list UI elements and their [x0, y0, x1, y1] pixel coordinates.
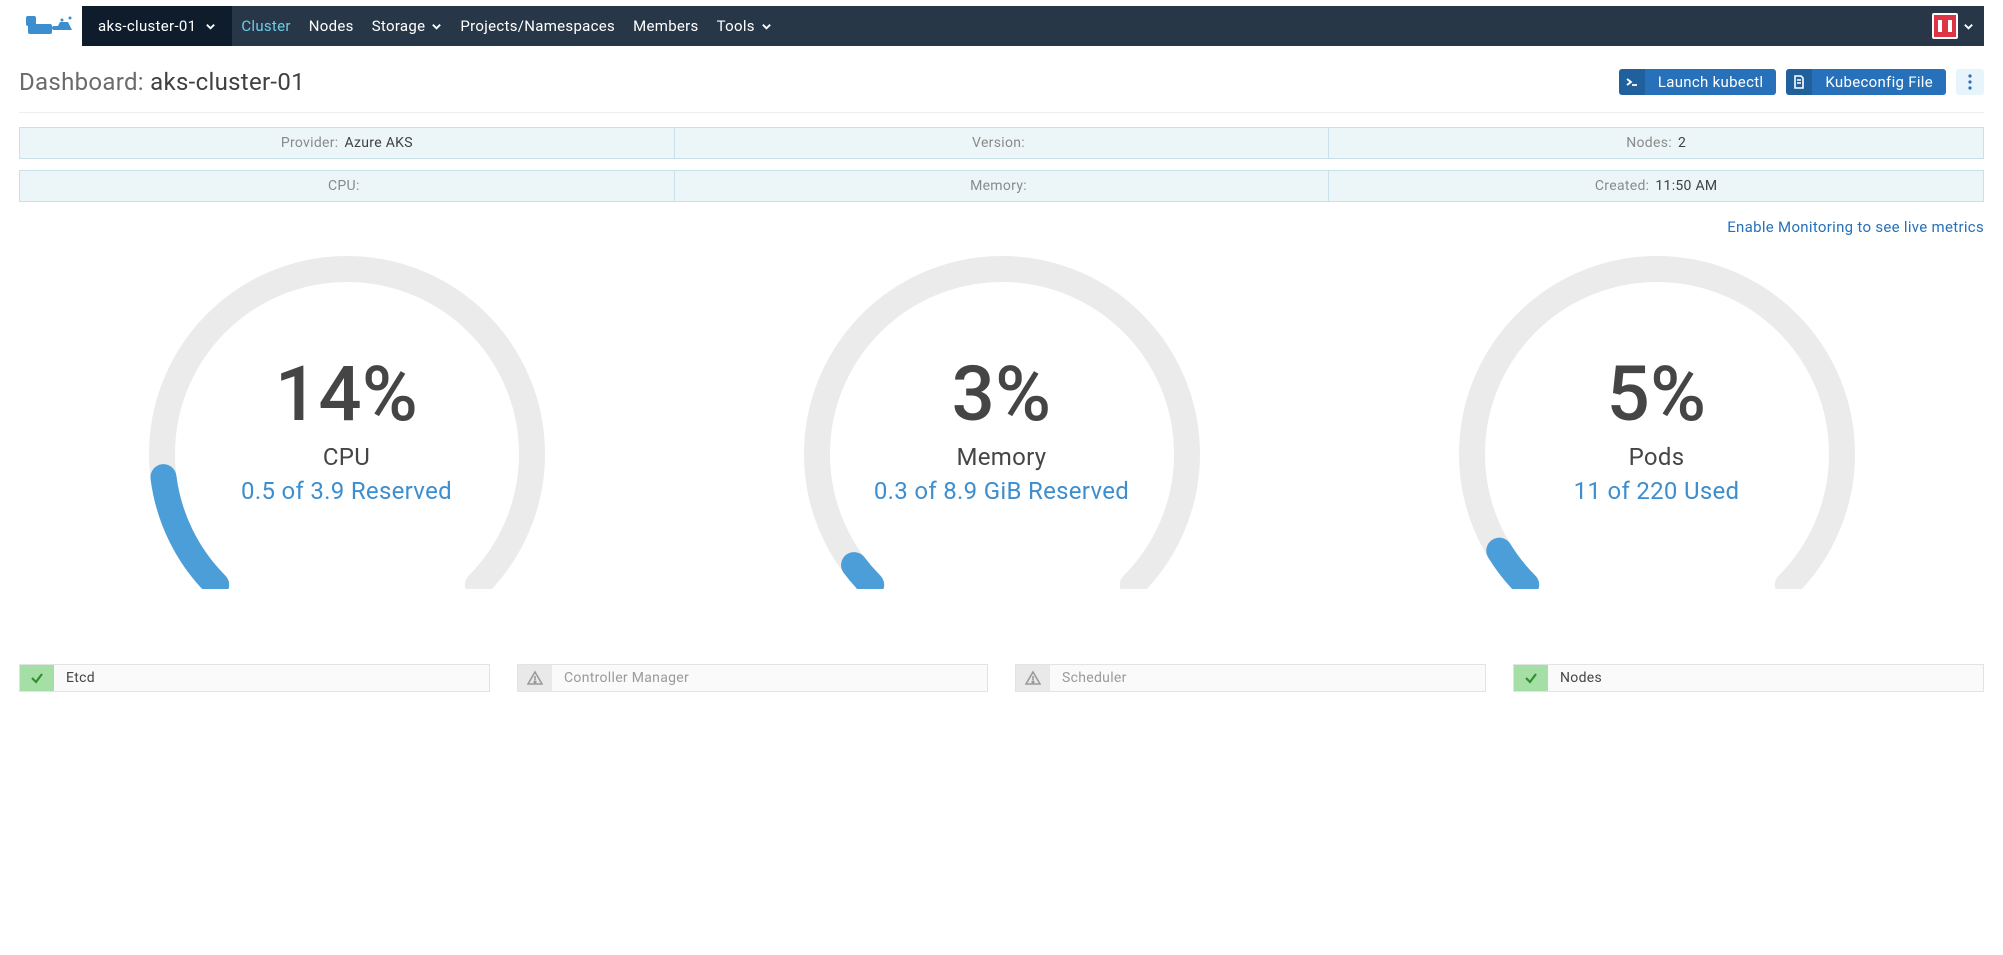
avatar-icon: [1932, 13, 1958, 39]
launch-kubectl-button[interactable]: Launch kubectl: [1619, 69, 1776, 95]
warning-icon: [518, 665, 552, 691]
check-icon: [20, 665, 54, 691]
warning-icon: [1016, 665, 1050, 691]
chevron-down-icon: [1963, 21, 1974, 32]
chevron-down-icon: [205, 21, 216, 32]
cluster-dropdown[interactable]: aks-cluster-01: [82, 6, 232, 46]
enable-monitoring-link[interactable]: Enable Monitoring to see live metrics: [19, 218, 1984, 236]
gauge-memory-percent: 3%: [952, 349, 1052, 439]
nav-cluster[interactable]: Cluster: [232, 6, 299, 46]
info-row-1: Provider:Azure AKS Version: Nodes:2: [19, 127, 1984, 159]
gauge-pods: 5% Pods 11 of 220 Used: [1329, 254, 1984, 589]
gauge-cpu-percent: 14%: [275, 349, 418, 439]
gauge-memory-name: Memory: [957, 443, 1047, 471]
more-actions-button[interactable]: [1956, 69, 1984, 95]
nav-members[interactable]: Members: [624, 6, 708, 46]
kebab-icon: [1968, 74, 1972, 90]
chevron-down-icon: [761, 21, 772, 32]
health-etcd[interactable]: Etcd: [19, 664, 490, 692]
cow-icon: [26, 14, 76, 38]
health-scheduler[interactable]: Scheduler: [1015, 664, 1486, 692]
nav-storage[interactable]: Storage: [363, 6, 452, 46]
user-menu[interactable]: [1922, 6, 1984, 46]
nav-tools[interactable]: Tools: [708, 6, 781, 46]
kubeconfig-file-button[interactable]: Kubeconfig File: [1786, 69, 1946, 95]
gauge-cpu: 14% CPU 0.5 of 3.9 Reserved: [19, 254, 674, 589]
gauge-memory: 3% Memory 0.3 of 8.9 GiB Reserved: [674, 254, 1329, 589]
rancher-logo[interactable]: [19, 6, 82, 46]
nav-nodes[interactable]: Nodes: [300, 6, 363, 46]
health-controller-manager[interactable]: Controller Manager: [517, 664, 988, 692]
chevron-down-icon: [431, 21, 442, 32]
cluster-dropdown-label: aks-cluster-01: [98, 17, 196, 35]
nav-projects[interactable]: Projects/Namespaces: [451, 6, 624, 46]
gauge-pods-sub: 11 of 220 Used: [1574, 477, 1740, 505]
health-nodes[interactable]: Nodes: [1513, 664, 1984, 692]
terminal-icon: [1619, 69, 1645, 95]
file-icon: [1786, 69, 1812, 95]
check-icon: [1514, 665, 1548, 691]
gauge-cpu-name: CPU: [323, 443, 370, 471]
gauge-cpu-sub: 0.5 of 3.9 Reserved: [241, 477, 452, 505]
gauge-pods-percent: 5%: [1607, 349, 1707, 439]
info-row-2: CPU: Memory: Created:11:50 AM: [19, 170, 1984, 202]
gauge-memory-sub: 0.3 of 8.9 GiB Reserved: [874, 477, 1129, 505]
gauge-pods-name: Pods: [1629, 443, 1685, 471]
page-title: Dashboard: aks-cluster-01: [19, 68, 305, 96]
